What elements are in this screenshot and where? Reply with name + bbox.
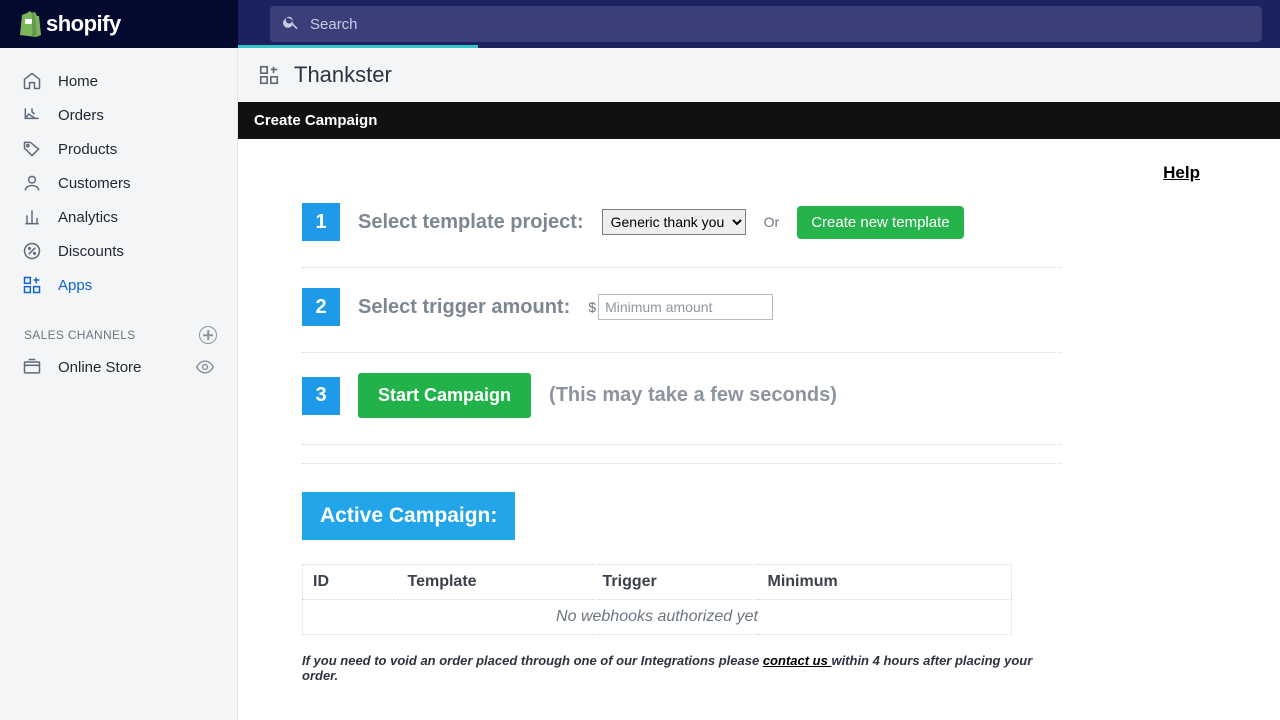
currency-symbol: $: [588, 299, 596, 315]
topbar-brand: shopify: [0, 0, 238, 48]
sidebar-item-label: Discounts: [58, 243, 124, 260]
step-2: 2 Select trigger amount: $: [302, 268, 1062, 353]
tag-icon: [22, 139, 42, 159]
sidebar-item-label: Apps: [58, 277, 92, 294]
col-minimum: Minimum: [758, 565, 1012, 600]
step-number: 1: [302, 203, 340, 241]
topbar: shopify: [0, 0, 1280, 48]
help-row: Help: [288, 159, 1230, 183]
sidebar-item-label: Customers: [58, 175, 131, 192]
eye-icon[interactable]: [195, 357, 215, 377]
step-1: 1 Select template project: Generic thank…: [302, 183, 1062, 268]
search-input[interactable]: [310, 16, 1250, 33]
page-header: Thankster: [238, 48, 1280, 102]
contact-us-link[interactable]: contact us: [763, 653, 832, 668]
search-box[interactable]: [270, 6, 1262, 42]
start-campaign-button[interactable]: Start Campaign: [358, 373, 531, 418]
person-icon: [22, 173, 42, 193]
section-label: SALES CHANNELS: [24, 328, 136, 342]
section-bar: Create Campaign: [238, 102, 1280, 139]
step-3: 3 Start Campaign (This may take a few se…: [302, 353, 1062, 445]
channel-label: Online Store: [58, 359, 141, 376]
sidebar-item-label: Orders: [58, 107, 104, 124]
steps: 1 Select template project: Generic thank…: [302, 183, 1062, 683]
divider: [302, 463, 1062, 464]
home-icon: [22, 71, 42, 91]
step-1-label: Select template project:: [358, 211, 584, 234]
amount-wrap: $: [588, 294, 773, 320]
help-link[interactable]: Help: [1163, 163, 1200, 182]
table-empty-row: No webhooks authorized yet: [303, 600, 1012, 635]
step-number: 2: [302, 288, 340, 326]
col-trigger: Trigger: [593, 565, 758, 600]
sidebar-item-orders[interactable]: Orders: [0, 98, 237, 132]
section-bar-title: Create Campaign: [254, 112, 377, 129]
empty-message: No webhooks authorized yet: [303, 600, 1012, 635]
active-campaign-heading: Active Campaign:: [302, 492, 515, 540]
create-template-button[interactable]: Create new template: [797, 206, 963, 239]
brand-name: shopify: [46, 11, 121, 37]
sidebar-item-label: Products: [58, 141, 117, 158]
shopify-bag-icon: [18, 11, 42, 37]
search-wrap: [238, 0, 1280, 48]
chart-icon: [22, 207, 42, 227]
sidebar-item-products[interactable]: Products: [0, 132, 237, 166]
template-select[interactable]: Generic thank you: [602, 209, 746, 235]
col-template: Template: [398, 565, 593, 600]
sidebar-item-apps[interactable]: Apps: [0, 268, 237, 302]
step-2-label: Select trigger amount:: [358, 296, 570, 319]
sidebar-item-customers[interactable]: Customers: [0, 166, 237, 200]
footnote: If you need to void an order placed thro…: [302, 653, 1062, 683]
search-icon: [282, 13, 300, 36]
apps-icon: [258, 64, 280, 86]
discount-icon: [22, 241, 42, 261]
sales-channels-header: SALES CHANNELS: [0, 302, 237, 350]
panel: Help 1 Select template project: Generic …: [238, 139, 1280, 720]
or-text: Or: [764, 214, 780, 230]
footnote-pre: If you need to void an order placed thro…: [302, 653, 763, 668]
table-header-row: ID Template Trigger Minimum: [303, 565, 1012, 600]
add-channel-icon[interactable]: [199, 326, 217, 344]
sidebar-channel-online-store[interactable]: Online Store: [0, 350, 237, 384]
active-campaign-table: ID Template Trigger Minimum No webhooks …: [302, 564, 1012, 635]
store-icon: [22, 357, 42, 377]
sidebar-item-label: Home: [58, 73, 98, 90]
app-title: Thankster: [294, 62, 392, 88]
sidebar: Home Orders Products Customers Analytics…: [0, 48, 238, 720]
sidebar-item-home[interactable]: Home: [0, 64, 237, 98]
orders-icon: [22, 105, 42, 125]
step-number: 3: [302, 377, 340, 415]
main: Thankster Create Campaign Help 1 Select …: [238, 48, 1280, 720]
col-id: ID: [303, 565, 398, 600]
step-3-note: (This may take a few seconds): [549, 384, 837, 407]
sidebar-item-label: Analytics: [58, 209, 118, 226]
shopify-logo: shopify: [18, 11, 121, 37]
sidebar-item-discounts[interactable]: Discounts: [0, 234, 237, 268]
loading-bar: [238, 45, 478, 48]
minimum-amount-input[interactable]: [598, 294, 773, 320]
sidebar-item-analytics[interactable]: Analytics: [0, 200, 237, 234]
apps-icon: [22, 275, 42, 295]
